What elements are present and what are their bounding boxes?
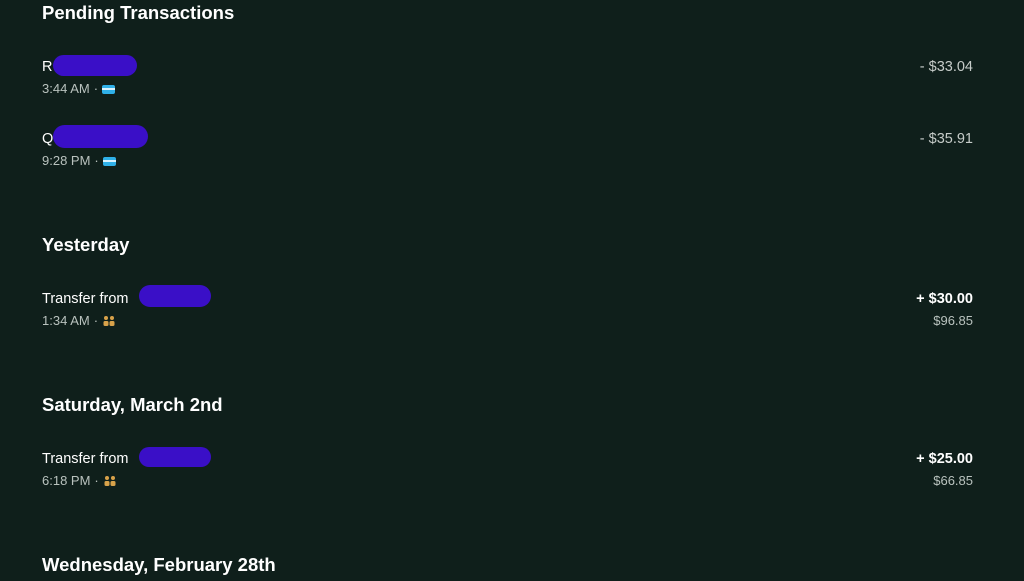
transaction-time: 6:18 PM	[42, 473, 91, 488]
transaction-name: R	[42, 59, 53, 75]
transaction-name: Transfer from	[42, 451, 129, 467]
transaction-meta: 6:18 PM ·	[42, 473, 117, 488]
transaction-meta: 3:44 AM ·	[42, 81, 116, 96]
meta-separator: ·	[93, 81, 99, 96]
section-title-pending: Pending Transactions	[42, 2, 235, 23]
transaction-name: Transfer from	[42, 291, 129, 307]
section-title-feb-28: Wednesday, February 28th	[42, 554, 276, 575]
meta-separator: ·	[94, 153, 99, 168]
transaction-row[interactable]: Transfer from 6:18 PM · + $25.00 $66.85	[42, 447, 973, 497]
transaction-row[interactable]: Q 9:28 PM · - $35.91	[42, 125, 973, 177]
transaction-time: 9:28 PM	[42, 153, 91, 168]
meta-separator: ·	[94, 473, 99, 488]
transaction-row[interactable]: R 3:44 AM · - $33.04	[42, 55, 973, 105]
redaction-mark	[139, 285, 211, 307]
card-icon	[102, 85, 116, 94]
transactions-page: Pending Transactions R 3:44 AM · - $33.0…	[0, 0, 1024, 581]
transaction-amount: - $35.91	[919, 131, 973, 147]
redaction-mark	[53, 125, 148, 148]
transaction-name: Q	[42, 131, 54, 147]
meta-separator: ·	[93, 313, 99, 328]
redaction-mark	[139, 447, 211, 467]
transaction-amount: - $33.04	[919, 59, 973, 75]
transaction-balance: $66.85	[933, 473, 973, 488]
transaction-time: 3:44 AM	[42, 81, 90, 96]
transaction-meta: 1:34 AM ·	[42, 313, 116, 328]
transaction-balance: $96.85	[933, 313, 973, 328]
redaction-mark	[53, 55, 137, 76]
transaction-amount: + $30.00	[916, 291, 973, 307]
transaction-time: 1:34 AM	[42, 313, 90, 328]
transaction-amount: + $25.00	[916, 451, 973, 467]
section-title-march-2: Saturday, March 2nd	[42, 394, 223, 415]
transaction-row[interactable]: Transfer from 1:34 AM · + $30.00 $96.85	[42, 285, 973, 337]
section-title-yesterday: Yesterday	[42, 234, 130, 255]
card-icon	[102, 157, 116, 166]
transaction-meta: 9:28 PM ·	[42, 153, 116, 168]
people-icon	[102, 315, 116, 327]
people-icon	[103, 475, 117, 487]
